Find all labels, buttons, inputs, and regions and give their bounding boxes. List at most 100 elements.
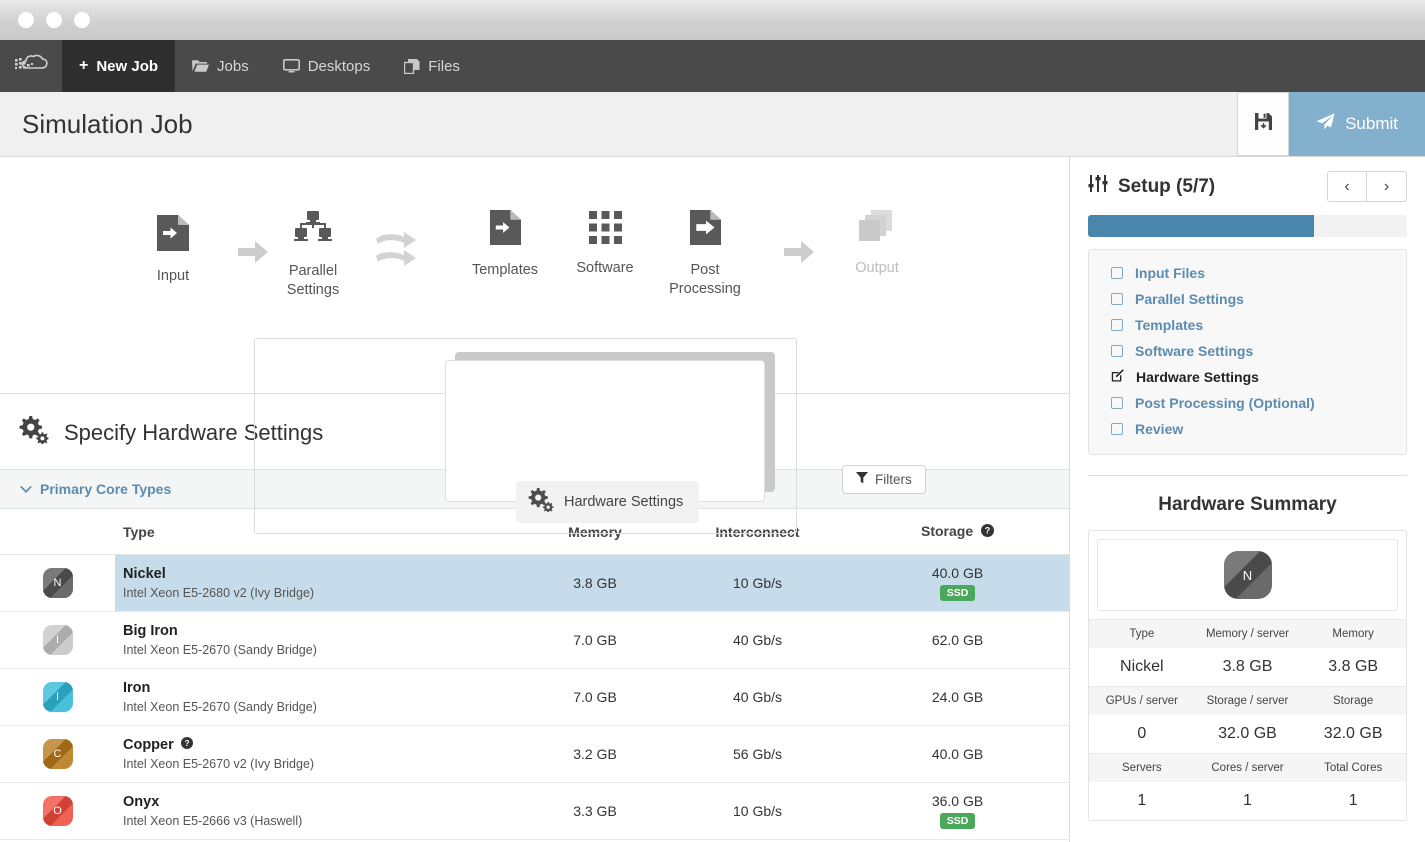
cloud-pixel-logo[interactable] xyxy=(0,40,62,92)
nav-item-desktops[interactable]: Desktops xyxy=(266,40,388,92)
setup-step-review[interactable]: Review xyxy=(1089,416,1406,442)
workflow-node-templates[interactable]: Templates xyxy=(455,209,555,280)
avatar: C xyxy=(43,739,73,769)
filters-button[interactable]: Filters xyxy=(842,465,926,494)
summary-header-cell: Total Cores xyxy=(1300,754,1406,783)
avatar: N xyxy=(43,568,73,598)
paper-plane-icon xyxy=(1316,113,1335,135)
setup-step-parallel-settings[interactable]: Parallel Settings xyxy=(1089,286,1406,312)
workflow-node-parallel-settings[interactable]: ParallelSettings xyxy=(263,211,363,300)
summary-header-row: ServersCores / serverTotal Cores xyxy=(1089,754,1406,783)
row-type-cpu: Intel Xeon E5-2670 v2 (Ivy Bridge) xyxy=(123,757,520,771)
table-row[interactable]: IIronIntel Xeon E5-2670 (Sandy Bridge)7.… xyxy=(0,669,1070,726)
summary-value-cell: Nickel xyxy=(1089,648,1195,687)
avatar: O xyxy=(43,796,73,826)
row-memory-cell: 7.0 GB xyxy=(520,612,670,669)
workflow-hardware-settings-label: Hardware Settings xyxy=(564,494,683,510)
workflow-exchange-icon xyxy=(372,227,418,278)
row-type-cell: Copper ? Intel Xeon E5-2670 v2 (Ivy Bridg… xyxy=(115,726,520,783)
row-avatar-cell: I xyxy=(0,669,115,726)
checkbox-icon xyxy=(1111,423,1123,435)
save-button[interactable] xyxy=(1237,92,1289,156)
gears-icon xyxy=(528,488,554,516)
header-actions: Submit xyxy=(1237,92,1425,156)
summary-value-cell: 1 xyxy=(1089,782,1195,820)
workflow-node-input[interactable]: Input xyxy=(123,214,223,286)
workflow-node-label: ParallelSettings xyxy=(287,262,339,300)
setup-step-input-files[interactable]: Input Files xyxy=(1089,260,1406,286)
nav-item-files[interactable]: Files xyxy=(387,40,477,92)
nav-item-label: Desktops xyxy=(308,58,371,75)
workflow-arrow-2 xyxy=(784,241,814,268)
row-type-name: Big Iron xyxy=(123,623,520,639)
checkbox-icon xyxy=(1111,345,1123,357)
row-interconnect-cell: 40 Gb/s xyxy=(670,669,845,726)
submit-label: Submit xyxy=(1345,114,1398,134)
row-memory-cell: 7.0 GB xyxy=(520,669,670,726)
submit-button[interactable]: Submit xyxy=(1289,92,1425,156)
row-type-cpu: Intel Xeon E5-2670 (Sandy Bridge) xyxy=(123,643,520,657)
window-dot-close[interactable] xyxy=(18,12,34,28)
hardware-summary-table: TypeMemory / serverMemoryNickel3.8 GB3.8… xyxy=(1089,619,1406,820)
hardware-summary-title: Hardware Summary xyxy=(1088,476,1407,530)
workflow-node-label: Input xyxy=(157,267,189,286)
col-storage-label: Storage xyxy=(921,523,973,539)
row-interconnect-cell: 10 Gb/s xyxy=(670,555,845,612)
workflow-node-label: PostProcessing xyxy=(669,261,741,299)
layers-icon xyxy=(859,210,895,249)
ssd-badge: SSD xyxy=(940,585,976,601)
main-body: Input ParallelSettings xyxy=(0,157,1425,842)
monitor-icon xyxy=(283,59,300,73)
row-storage-cell: 40.0 GB SSD xyxy=(845,555,1070,612)
table-row[interactable]: I Big Iron Intel Xeon E5-2670 (Sandy Bridg… xyxy=(0,612,1070,669)
workflow-node-label: Templates xyxy=(472,261,538,280)
setup-step-post-processing-optional[interactable]: Post Processing (Optional) xyxy=(1089,390,1406,416)
setup-step-software-settings[interactable]: Software Settings xyxy=(1089,338,1406,364)
setup-step-templates[interactable]: Templates xyxy=(1089,312,1406,338)
row-avatar-cell: N xyxy=(0,555,115,612)
window-dot-maximize[interactable] xyxy=(74,12,90,28)
setup-step-hardware-settings[interactable]: Hardware Settings xyxy=(1089,364,1406,390)
chevron-down-icon xyxy=(20,481,32,497)
workflow-node-software[interactable]: Software xyxy=(555,211,655,278)
nav-item-jobs[interactable]: Jobs xyxy=(175,40,266,92)
summary-header-cell: Memory xyxy=(1300,620,1406,649)
summary-avatar-panel: N xyxy=(1097,539,1398,611)
setup-prev-button[interactable]: ‹ xyxy=(1327,171,1367,202)
summary-value-cell: 1 xyxy=(1300,782,1406,820)
gears-icon xyxy=(18,416,50,449)
setup-step-label: Software Settings xyxy=(1135,343,1253,359)
summary-value-cell: 32.0 GB xyxy=(1300,715,1406,754)
row-memory-cell: 3.2 GB xyxy=(520,726,670,783)
row-storage-value: 40.0 GB xyxy=(845,565,1070,581)
summary-value-row: 111 xyxy=(1089,782,1406,820)
setup-step-label: Templates xyxy=(1135,317,1203,333)
row-type-cpu: Intel Xeon E5-2670 (Sandy Bridge) xyxy=(123,700,520,714)
row-storage-value: 24.0 GB xyxy=(845,689,1070,705)
question-circle-icon[interactable]: ? xyxy=(981,524,994,540)
window-dot-minimize[interactable] xyxy=(46,12,62,28)
question-circle-icon[interactable]: ? xyxy=(181,737,193,753)
summary-value-row: Nickel3.8 GB3.8 GB xyxy=(1089,648,1406,687)
summary-value-cell: 3.8 GB xyxy=(1300,648,1406,687)
file-export-icon xyxy=(689,209,722,251)
left-content-column: Input ParallelSettings xyxy=(0,157,1070,842)
setup-progress-bar xyxy=(1088,215,1407,237)
table-row[interactable]: C Copper ? Intel Xeon E5-2670 v2 (Ivy Brid… xyxy=(0,726,1070,783)
file-import-icon xyxy=(156,214,190,257)
nav-item-new-job[interactable]: + New Job xyxy=(62,40,175,92)
table-row[interactable]: OOnyxIntel Xeon E5-2666 v3 (Haswell)3.3 … xyxy=(0,783,1070,840)
workflow-hardware-settings-chip[interactable]: Hardware Settings xyxy=(516,481,699,523)
row-storage-value: 40.0 GB xyxy=(845,746,1070,762)
avatar: I xyxy=(43,682,73,712)
hardware-summary-box: N TypeMemory / serverMemoryNickel3.8 GB3… xyxy=(1088,530,1407,821)
row-type-name: Copper ? xyxy=(123,737,520,753)
workflow-node-post-processing[interactable]: PostProcessing xyxy=(655,209,755,299)
sitemap-icon xyxy=(294,211,332,252)
workflow-node-output[interactable]: Output xyxy=(827,210,927,278)
checkbox-icon xyxy=(1111,267,1123,279)
row-avatar-cell: I xyxy=(0,612,115,669)
edit-icon xyxy=(1111,369,1124,385)
setup-next-button[interactable]: › xyxy=(1367,171,1407,202)
table-row[interactable]: NNickelIntel Xeon E5-2680 v2 (Ivy Bridge… xyxy=(0,555,1070,612)
